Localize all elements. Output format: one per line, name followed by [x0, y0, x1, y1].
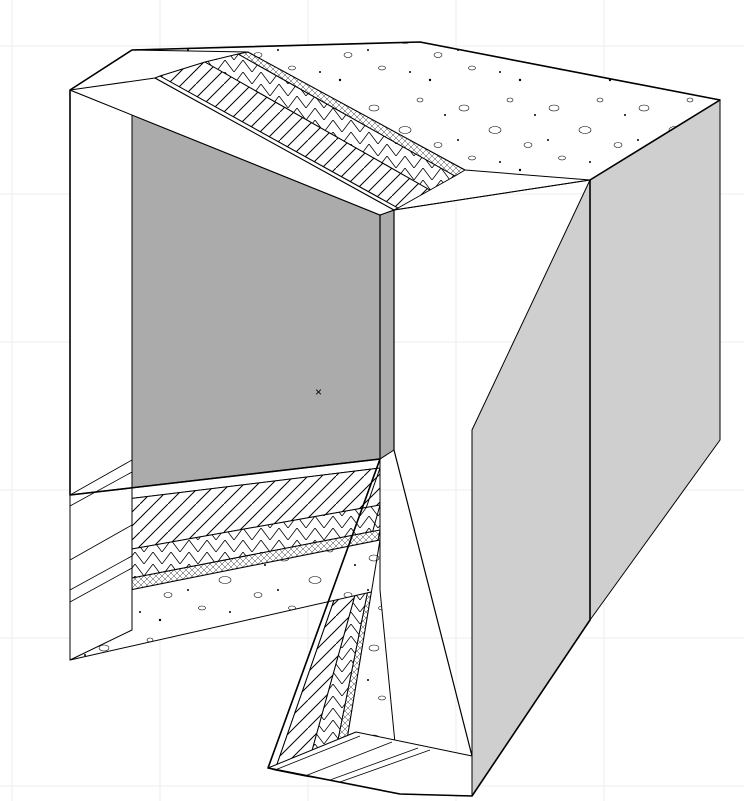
viewport-svg[interactable]: × [0, 0, 744, 801]
3d-viewport[interactable]: × [0, 0, 744, 801]
outer-face-right [590, 100, 720, 620]
wall-corner-model[interactable] [70, 42, 720, 796]
inner-face-lower [380, 210, 394, 459]
end-cap-left [70, 50, 132, 660]
outer-face-shade [472, 180, 590, 796]
origin-marker: × [315, 385, 322, 399]
